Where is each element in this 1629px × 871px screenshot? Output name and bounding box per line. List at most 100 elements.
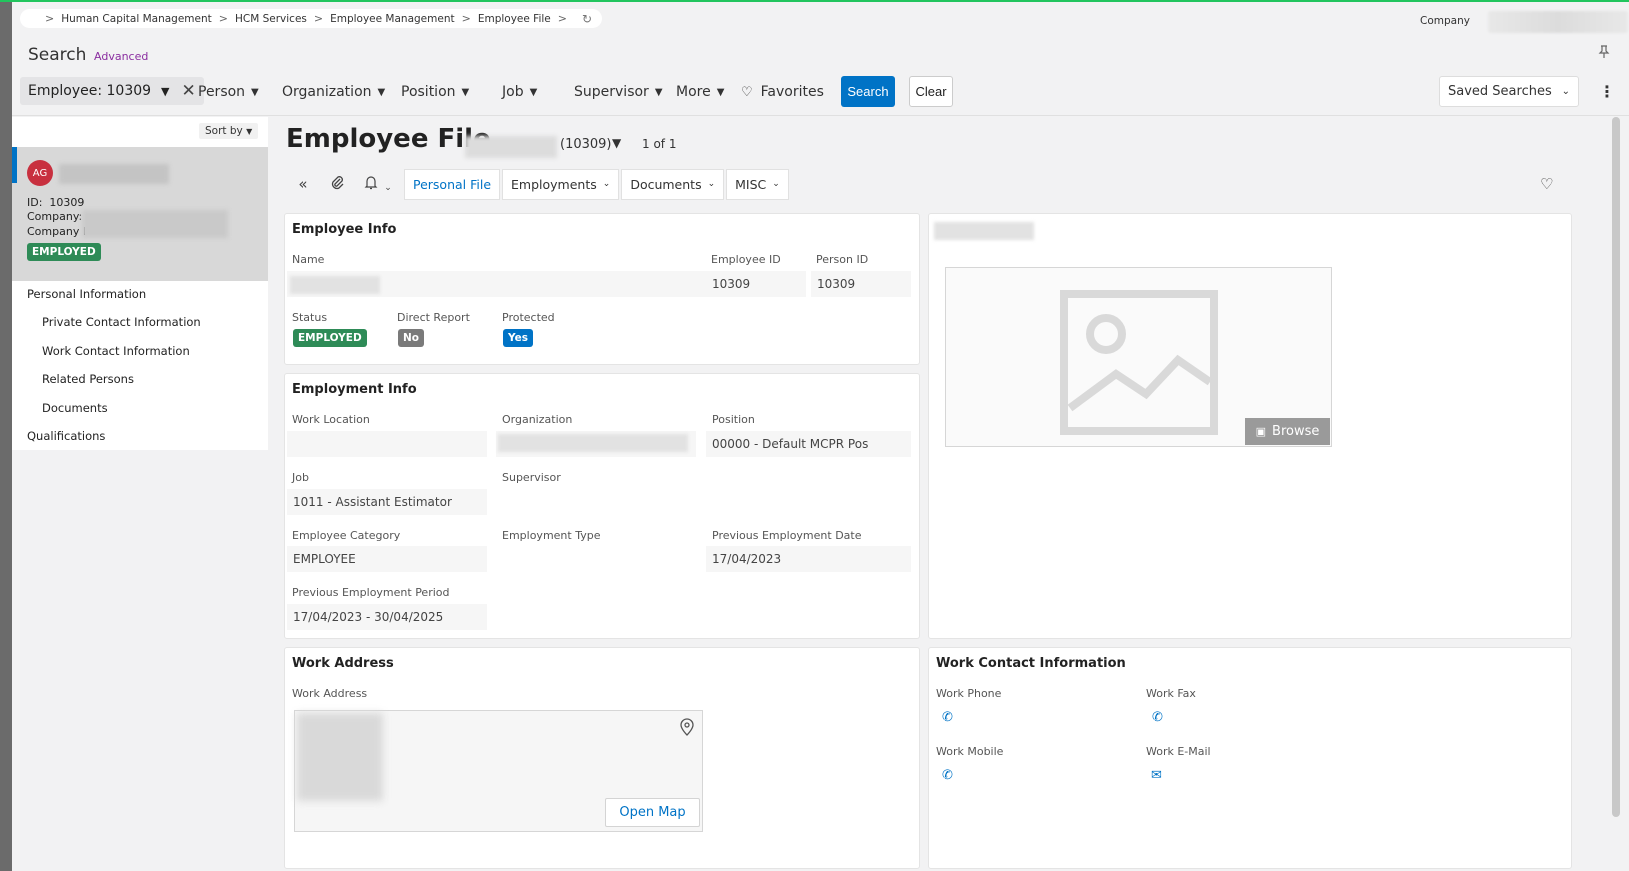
caret-down-icon: ▼: [654, 86, 663, 98]
work-location-label: Work Location: [292, 413, 370, 426]
breadcrumb-item-hcm-services[interactable]: HCM Services: [235, 13, 307, 25]
filter-job-label: Job: [502, 84, 524, 100]
photo-title-redacted: [934, 222, 1034, 240]
page-title: Employee File: [286, 124, 491, 154]
employment-info-title: Employment Info: [292, 382, 417, 397]
heart-icon: ♡: [741, 84, 753, 100]
photo-panel: ▣ Browse: [928, 213, 1572, 639]
heart-icon[interactable]: ♡: [1540, 175, 1553, 193]
status-badge: EMPLOYED: [293, 329, 367, 347]
supervisor-label: Supervisor: [502, 471, 561, 484]
filter-more[interactable]: More ▼: [676, 84, 724, 100]
caret-down-icon: ▼: [461, 86, 470, 98]
employee-id-label: Employee ID: [711, 253, 781, 266]
employment-info-panel: Employment Info Work Location Organizati…: [284, 373, 920, 639]
saved-searches-label: Saved Searches: [1448, 84, 1552, 99]
tab-employments-label: Employments: [511, 176, 597, 192]
caret-down-icon: ▼: [377, 86, 386, 98]
close-icon[interactable]: ✕: [182, 81, 196, 101]
id-label: ID:: [27, 196, 43, 209]
work-mobile-label: Work Mobile: [936, 745, 1004, 758]
record-toolbar: « ⌄ Personal File Employments ⌄ Documents…: [286, 168, 789, 200]
open-map-button[interactable]: Open Map: [605, 798, 700, 827]
pin-icon[interactable]: [1598, 45, 1610, 62]
bell-icon[interactable]: ⌄: [354, 175, 402, 194]
saved-searches-dropdown[interactable]: Saved Searches ⌄: [1439, 76, 1579, 107]
employee-name-redacted: [465, 136, 557, 158]
scrollbar-thumb[interactable]: [1612, 117, 1620, 817]
breadcrumb-item-employee-file[interactable]: Employee File: [478, 13, 551, 25]
search-button[interactable]: Search: [841, 76, 895, 107]
position-label: Position: [712, 413, 755, 426]
scrollbar[interactable]: [1610, 117, 1622, 871]
filter-organization-label: Organization: [282, 84, 372, 100]
organization-label: Organization: [502, 413, 573, 426]
phone-icon[interactable]: ✆: [942, 710, 953, 725]
previous-employment-period-label: Previous Employment Period: [292, 586, 450, 599]
chevron-down-icon: ⌄: [1561, 86, 1570, 97]
map-box: Open Map: [294, 710, 703, 832]
filter-bar: Employee: 10309 ▼ ✕ Person ▼ Organization…: [12, 74, 1629, 114]
nav-private-contact-information[interactable]: Private Contact Information: [42, 315, 201, 329]
nav-related-persons[interactable]: Related Persons: [42, 372, 134, 386]
filter-position[interactable]: Position ▼: [401, 84, 469, 100]
filter-supervisor-label: Supervisor: [574, 84, 649, 100]
chevron-down-icon: ⌄: [707, 179, 716, 189]
company-redacted: [82, 210, 228, 238]
caret-down-icon[interactable]: ▼: [612, 136, 621, 150]
employee-id-value: 10309: [712, 277, 751, 291]
filter-person[interactable]: Person ▼: [198, 84, 259, 100]
paperclip-icon[interactable]: [320, 175, 354, 194]
chevron-right-icon: >: [218, 12, 228, 25]
nav-work-contact-information[interactable]: Work Contact Information: [42, 344, 190, 358]
phone-icon[interactable]: ✆: [1152, 710, 1163, 725]
filter-supervisor[interactable]: Supervisor ▼: [574, 84, 663, 100]
refresh-icon[interactable]: ↻: [582, 12, 592, 26]
person-id-value: 10309: [817, 277, 856, 291]
breadcrumb-item-employee-management[interactable]: Employee Management: [330, 13, 455, 25]
breadcrumb: > Human Capital Management > HCM Service…: [20, 9, 603, 28]
nav-documents[interactable]: Documents: [42, 401, 108, 415]
tab-personal-file[interactable]: Personal File: [404, 168, 501, 200]
address-redacted: [297, 713, 383, 801]
advanced-search-link[interactable]: Advanced: [94, 50, 148, 63]
collapse-left-icon[interactable]: «: [286, 175, 320, 193]
pager-count: 1 of 1: [642, 137, 677, 151]
previous-employment-period-value: 17/04/2023 - 30/04/2025: [293, 610, 444, 624]
status-badge: EMPLOYED: [27, 243, 101, 261]
work-contact-panel: Work Contact Information Work Phone ✆ Wo…: [928, 647, 1572, 869]
employee-filter-chip[interactable]: Employee: 10309 ▼ ✕: [20, 77, 204, 105]
protected-badge: Yes: [503, 329, 534, 347]
breadcrumb-item-hcm[interactable]: Human Capital Management: [61, 13, 212, 25]
company-line-label: Company:: [27, 210, 83, 223]
employee-name-redacted: [59, 164, 169, 184]
favorites-button[interactable]: ♡ Favorites: [741, 84, 824, 100]
chevron-right-icon: >: [45, 12, 55, 25]
location-pin-icon[interactable]: [680, 718, 694, 740]
tab-employments[interactable]: Employments ⌄: [502, 168, 620, 200]
employee-info-title: Employee Info: [292, 222, 397, 237]
clear-button[interactable]: Clear: [909, 76, 953, 107]
sort-by-button[interactable]: Sort by ▼: [199, 123, 259, 139]
app: > Human Capital Management > HCM Service…: [12, 2, 1629, 871]
phone-icon[interactable]: ✆: [942, 768, 953, 783]
nav-qualifications[interactable]: Qualifications: [27, 429, 105, 443]
company-selector[interactable]: [1488, 11, 1628, 33]
main-content: Employee File (10309) ▼ 1 of 1 « ⌄ Perso…: [274, 117, 1604, 871]
more-options-icon[interactable]: ⋮: [1599, 82, 1615, 101]
work-fax-label: Work Fax: [1146, 687, 1196, 700]
direct-report-badge: No: [398, 329, 425, 347]
browse-label: Browse: [1272, 424, 1320, 439]
caret-down-icon: ▼: [246, 127, 253, 136]
nav-personal-information[interactable]: Personal Information: [27, 287, 146, 301]
work-address-title: Work Address: [292, 656, 394, 671]
tab-misc[interactable]: MISC ⌄: [726, 168, 789, 200]
tab-documents[interactable]: Documents ⌄: [621, 168, 725, 200]
id-value: 10309: [49, 196, 85, 209]
mail-icon[interactable]: ✉: [1151, 768, 1162, 783]
caret-down-icon[interactable]: ▼: [161, 85, 169, 98]
filter-organization[interactable]: Organization ▼: [282, 84, 385, 100]
chevron-right-icon: >: [557, 12, 567, 25]
browse-button[interactable]: ▣ Browse: [1245, 418, 1330, 445]
filter-job[interactable]: Job ▼: [502, 84, 537, 100]
